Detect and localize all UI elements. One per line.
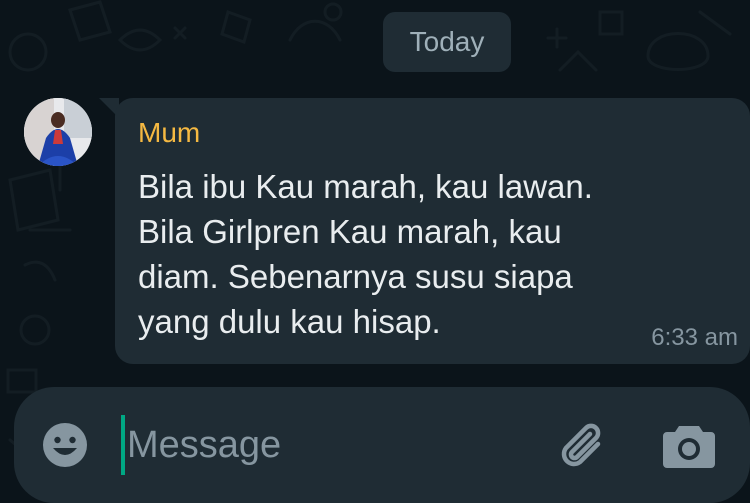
message-line: diam. Sebenarnya susu siapa [138, 258, 573, 295]
message-composer [14, 387, 750, 503]
date-separator-chip: Today [383, 12, 511, 72]
emoji-icon [43, 423, 87, 467]
sender-avatar[interactable] [24, 98, 92, 166]
message-line: Bila Girlpren Kau marah, kau [138, 213, 562, 250]
paperclip-icon [561, 423, 601, 467]
message-line: Bila ibu Kau marah, kau lawan. [138, 168, 593, 205]
message-line: yang dulu kau hisap. [138, 303, 441, 340]
attach-button[interactable] [554, 416, 612, 474]
message-text: Bila ibu Kau marah, kau lawan. Bila Girl… [138, 164, 698, 344]
incoming-message-bubble[interactable]: Mum Bila ibu Kau marah, kau lawan. Bila … [115, 98, 750, 364]
sender-name: Mum [138, 117, 201, 148]
chat-screen: Today Mum Bila ibu Kau marah, kau lawan.… [0, 0, 750, 503]
camera-button[interactable] [661, 420, 717, 470]
message-timestamp: 6:33 am [651, 324, 738, 351]
camera-icon [663, 426, 715, 468]
message-input[interactable] [127, 409, 527, 481]
text-cursor [121, 415, 125, 475]
emoji-button[interactable] [40, 420, 90, 470]
avatar-photo [24, 98, 92, 166]
